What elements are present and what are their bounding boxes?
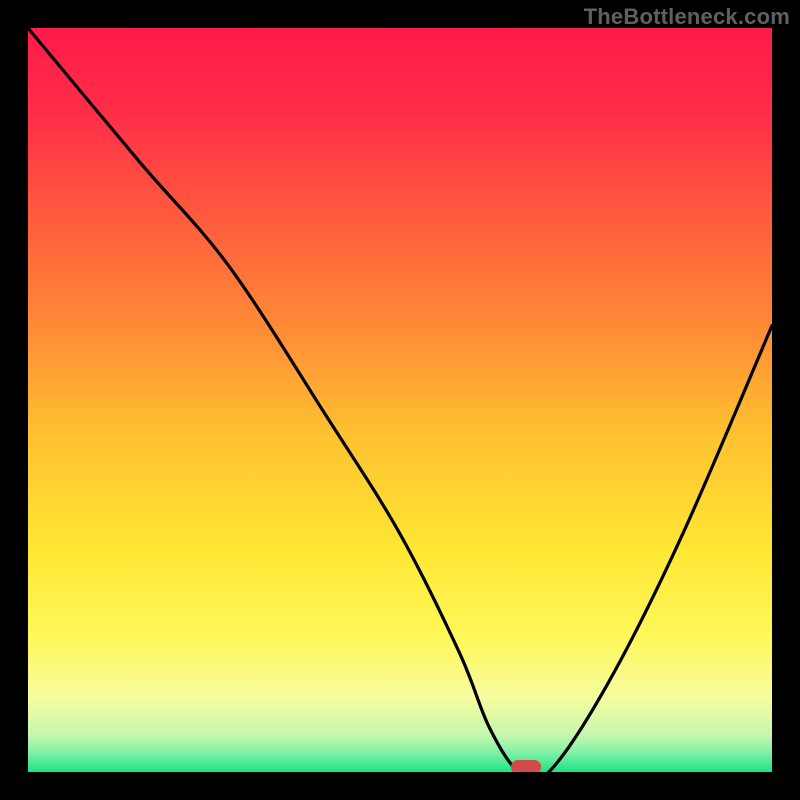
bottleneck-curve — [28, 28, 772, 772]
optimal-marker — [511, 760, 541, 772]
plot-area — [28, 28, 772, 772]
watermark-text: TheBottleneck.com — [584, 4, 790, 30]
chart-frame: TheBottleneck.com — [0, 0, 800, 800]
